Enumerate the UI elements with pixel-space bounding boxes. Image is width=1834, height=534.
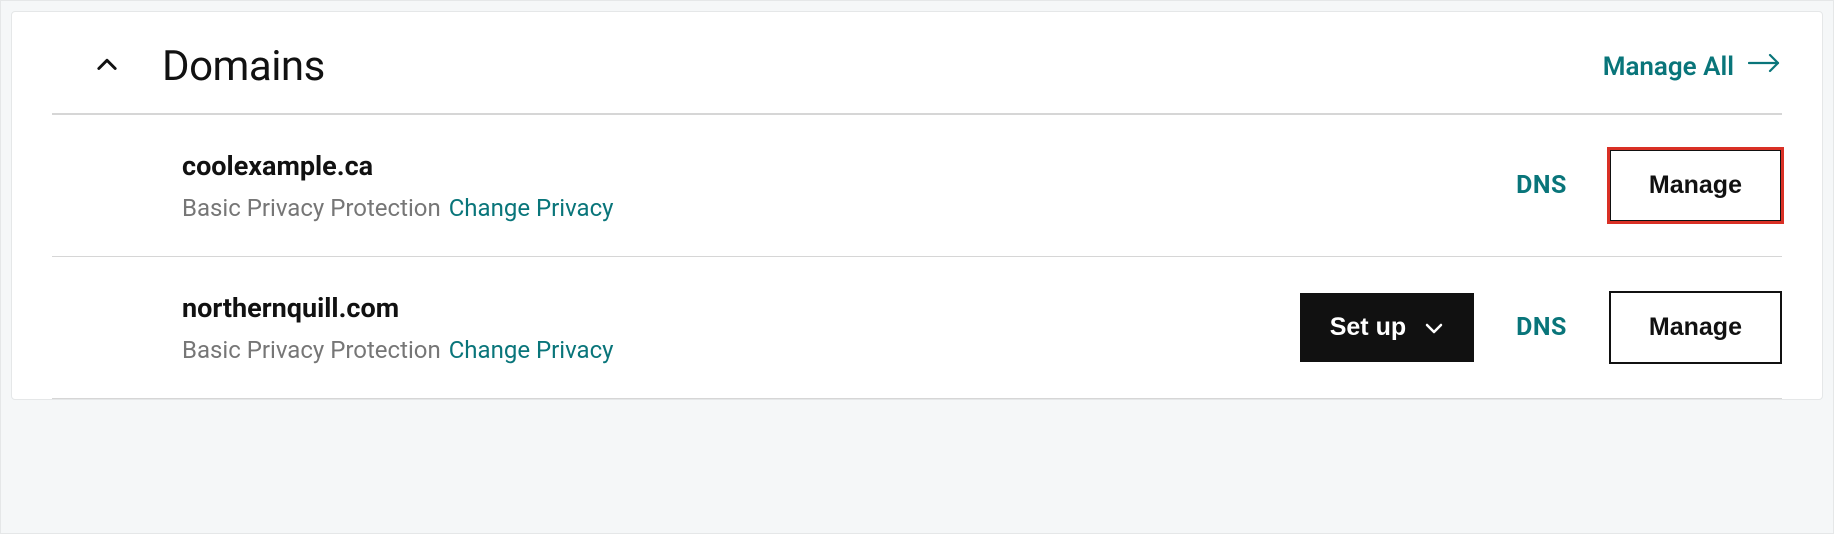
chevron-up-icon [93, 51, 121, 83]
change-privacy-link[interactable]: Change Privacy [449, 336, 614, 364]
setup-label: Set up [1330, 313, 1406, 342]
section-header: Domains Manage All [52, 12, 1782, 115]
domain-name: northernquill.com [182, 292, 1300, 324]
domain-name: coolexample.ca [182, 150, 1516, 182]
privacy-status: Basic Privacy Protection [182, 194, 441, 222]
setup-button[interactable]: Set up [1300, 293, 1474, 362]
domains-panel: Domains Manage All coolexample.ca Basic P… [11, 11, 1823, 400]
manage-all-link[interactable]: Manage All [1603, 51, 1782, 82]
change-privacy-link[interactable]: Change Privacy [449, 194, 614, 222]
privacy-status: Basic Privacy Protection [182, 336, 441, 364]
manage-button[interactable]: Manage [1609, 291, 1782, 364]
dns-link[interactable]: DNS [1516, 313, 1567, 342]
section-title: Domains [162, 42, 1603, 91]
dns-link[interactable]: DNS [1516, 171, 1567, 200]
manage-all-label: Manage All [1603, 52, 1734, 82]
domain-actions: DNS Manage [1516, 149, 1782, 222]
arrow-right-icon [1748, 51, 1782, 82]
page-background: Domains Manage All coolexample.ca Basic P… [0, 0, 1834, 534]
collapse-toggle[interactable] [52, 51, 162, 83]
manage-button[interactable]: Manage [1609, 149, 1782, 222]
privacy-line: Basic Privacy Protection Change Privacy [182, 194, 1516, 222]
domain-actions: Set up DNS Manage [1300, 291, 1782, 364]
domain-info: coolexample.ca Basic Privacy Protection C… [182, 150, 1516, 222]
domain-row: coolexample.ca Basic Privacy Protection C… [52, 115, 1782, 257]
domain-list: coolexample.ca Basic Privacy Protection C… [52, 115, 1782, 399]
domain-row: northernquill.com Basic Privacy Protectio… [52, 257, 1782, 399]
domain-info: northernquill.com Basic Privacy Protectio… [182, 292, 1300, 364]
privacy-line: Basic Privacy Protection Change Privacy [182, 336, 1300, 364]
chevron-down-icon [1424, 313, 1444, 342]
